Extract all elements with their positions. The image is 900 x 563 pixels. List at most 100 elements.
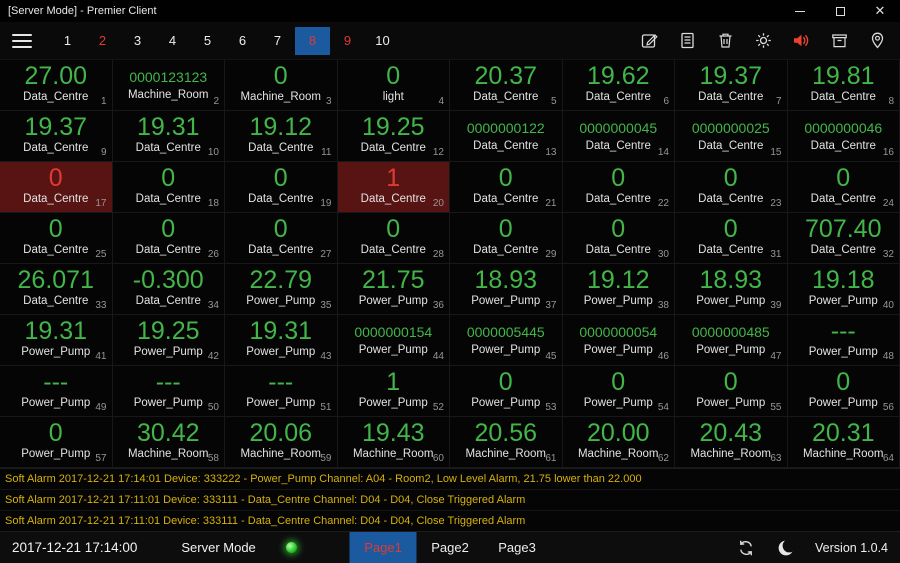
location-button[interactable] — [866, 30, 888, 52]
grid-cell-57[interactable]: 0 Power_Pump 57 — [0, 417, 113, 468]
grid-cell-6[interactable]: 19.62 Data_Centre 6 — [562, 60, 675, 111]
grid-cell-63[interactable]: 20.43 Machine_Room 63 — [675, 417, 788, 468]
grid-cell-41[interactable]: 19.31 Power_Pump 41 — [0, 315, 113, 366]
grid-cell-51[interactable]: --- Power_Pump 51 — [225, 366, 338, 417]
grid-cell-23[interactable]: 0 Data_Centre 23 — [675, 162, 788, 213]
toolbar: 1 2 3 4 5 6 7 8 9 10 — [0, 22, 900, 60]
grid-cell-34[interactable]: -0.300 Data_Centre 34 — [112, 264, 225, 315]
grid-cell-8[interactable]: 19.81 Data_Centre 8 — [787, 60, 900, 111]
page-number-2[interactable]: 2 — [85, 27, 120, 55]
maximize-button[interactable] — [820, 0, 860, 22]
grid-cell-16[interactable]: 0000000046 Data_Centre 16 — [787, 111, 900, 162]
settings-button[interactable] — [752, 30, 774, 52]
grid-cell-9[interactable]: 19.37 Data_Centre 9 — [0, 111, 113, 162]
grid-cell-24[interactable]: 0 Data_Centre 24 — [787, 162, 900, 213]
cell-label: Power_Pump — [21, 345, 91, 358]
sync-button[interactable] — [735, 537, 757, 559]
delete-button[interactable] — [714, 30, 736, 52]
grid-cell-40[interactable]: 19.18 Power_Pump 40 — [787, 264, 900, 315]
grid-cell-58[interactable]: 30.42 Machine_Room 58 — [112, 417, 225, 468]
page-number-9[interactable]: 9 — [330, 27, 365, 55]
grid-cell-21[interactable]: 0 Data_Centre 21 — [450, 162, 563, 213]
alarm-message-1[interactable]: Soft Alarm 2017-12-21 17:14:01 Device: 3… — [0, 469, 900, 490]
page-number-5[interactable]: 5 — [190, 27, 225, 55]
grid-cell-39[interactable]: 18.93 Power_Pump 39 — [675, 264, 788, 315]
grid-cell-61[interactable]: 20.56 Machine_Room 61 — [450, 417, 563, 468]
clear-alarms-button[interactable] — [828, 30, 850, 52]
grid-cell-37[interactable]: 18.93 Power_Pump 37 — [450, 264, 563, 315]
grid-cell-62[interactable]: 20.00 Machine_Room 62 — [562, 417, 675, 468]
minimize-button[interactable] — [780, 0, 820, 22]
tab-page3[interactable]: Page3 — [484, 532, 551, 563]
grid-cell-50[interactable]: --- Power_Pump 50 — [112, 366, 225, 417]
page-number-6[interactable]: 6 — [225, 27, 260, 55]
grid-cell-35[interactable]: 22.79 Power_Pump 35 — [225, 264, 338, 315]
grid-cell-53[interactable]: 0 Power_Pump 53 — [450, 366, 563, 417]
cell-value: 0 — [48, 419, 63, 448]
grid-cell-11[interactable]: 19.12 Data_Centre 11 — [225, 111, 338, 162]
grid-cell-52[interactable]: 1 Power_Pump 52 — [337, 366, 450, 417]
grid-cell-38[interactable]: 19.12 Power_Pump 38 — [562, 264, 675, 315]
grid-cell-33[interactable]: 26.071 Data_Centre 33 — [0, 264, 113, 315]
grid-cell-44[interactable]: 0000000154 Power_Pump 44 — [337, 315, 450, 366]
grid-cell-32[interactable]: 707.40 Data_Centre 32 — [787, 213, 900, 264]
grid-cell-55[interactable]: 0 Power_Pump 55 — [675, 366, 788, 417]
grid-cell-36[interactable]: 21.75 Power_Pump 36 — [337, 264, 450, 315]
grid-cell-46[interactable]: 0000000054 Power_Pump 46 — [562, 315, 675, 366]
tab-page1[interactable]: Page1 — [349, 532, 417, 563]
cell-index: 56 — [882, 402, 894, 413]
grid-cell-13[interactable]: 0000000122 Data_Centre 13 — [450, 111, 563, 162]
close-button[interactable]: ✕ — [860, 0, 900, 22]
report-button[interactable] — [676, 30, 698, 52]
grid-cell-30[interactable]: 0 Data_Centre 30 — [562, 213, 675, 264]
cell-index: 44 — [432, 351, 444, 362]
grid-cell-5[interactable]: 20.37 Data_Centre 5 — [450, 60, 563, 111]
grid-cell-4[interactable]: 0 light 4 — [337, 60, 450, 111]
grid-cell-31[interactable]: 0 Data_Centre 31 — [675, 213, 788, 264]
grid-cell-45[interactable]: 0000005445 Power_Pump 45 — [450, 315, 563, 366]
grid-cell-25[interactable]: 0 Data_Centre 25 — [0, 213, 113, 264]
tab-page2[interactable]: Page2 — [417, 532, 484, 563]
sound-alarm-button[interactable] — [790, 30, 812, 52]
page-number-8[interactable]: 8 — [295, 26, 330, 55]
grid-cell-59[interactable]: 20.06 Machine_Room 59 — [225, 417, 338, 468]
grid-cell-14[interactable]: 0000000045 Data_Centre 14 — [562, 111, 675, 162]
cell-value: 0000000122 — [466, 119, 545, 136]
page-number-3[interactable]: 3 — [120, 27, 155, 55]
grid-cell-26[interactable]: 0 Data_Centre 26 — [112, 213, 225, 264]
grid-cell-42[interactable]: 19.25 Power_Pump 42 — [112, 315, 225, 366]
grid-cell-29[interactable]: 0 Data_Centre 29 — [450, 213, 563, 264]
grid-cell-47[interactable]: 0000000485 Power_Pump 47 — [675, 315, 788, 366]
grid-cell-2[interactable]: 0000123123 Machine_Room 2 — [112, 60, 225, 111]
page-number-10[interactable]: 10 — [365, 27, 400, 55]
grid-cell-7[interactable]: 19.37 Data_Centre 7 — [675, 60, 788, 111]
grid-cell-60[interactable]: 19.43 Machine_Room 60 — [337, 417, 450, 468]
menu-button[interactable] — [12, 33, 42, 48]
grid-cell-17[interactable]: 0 Data_Centre 17 — [0, 162, 113, 213]
grid-cell-56[interactable]: 0 Power_Pump 56 — [787, 366, 900, 417]
alarm-message-3[interactable]: Soft Alarm 2017-12-21 17:11:01 Device: 3… — [0, 511, 900, 532]
grid-cell-64[interactable]: 20.31 Machine_Room 64 — [787, 417, 900, 468]
grid-cell-22[interactable]: 0 Data_Centre 22 — [562, 162, 675, 213]
alarm-message-2[interactable]: Soft Alarm 2017-12-21 17:11:01 Device: 3… — [0, 490, 900, 511]
page-number-4[interactable]: 4 — [155, 27, 190, 55]
page-number-7[interactable]: 7 — [260, 27, 295, 55]
grid-cell-18[interactable]: 0 Data_Centre 18 — [112, 162, 225, 213]
cell-index: 28 — [432, 249, 444, 260]
grid-cell-54[interactable]: 0 Power_Pump 54 — [562, 366, 675, 417]
grid-cell-20[interactable]: 1 Data_Centre 20 — [337, 162, 450, 213]
grid-cell-12[interactable]: 19.25 Data_Centre 12 — [337, 111, 450, 162]
grid-cell-1[interactable]: 27.00 Data_Centre 1 — [0, 60, 113, 111]
grid-cell-10[interactable]: 19.31 Data_Centre 10 — [112, 111, 225, 162]
page-number-1[interactable]: 1 — [50, 27, 85, 55]
grid-cell-3[interactable]: 0 Machine_Room 3 — [225, 60, 338, 111]
edit-button[interactable] — [638, 30, 660, 52]
grid-cell-48[interactable]: --- Power_Pump 48 — [787, 315, 900, 366]
grid-cell-19[interactable]: 0 Data_Centre 19 — [225, 162, 338, 213]
night-mode-button[interactable] — [775, 537, 797, 559]
grid-cell-49[interactable]: --- Power_Pump 49 — [0, 366, 113, 417]
grid-cell-27[interactable]: 0 Data_Centre 27 — [225, 213, 338, 264]
grid-cell-28[interactable]: 0 Data_Centre 28 — [337, 213, 450, 264]
grid-cell-43[interactable]: 19.31 Power_Pump 43 — [225, 315, 338, 366]
grid-cell-15[interactable]: 0000000025 Data_Centre 15 — [675, 111, 788, 162]
